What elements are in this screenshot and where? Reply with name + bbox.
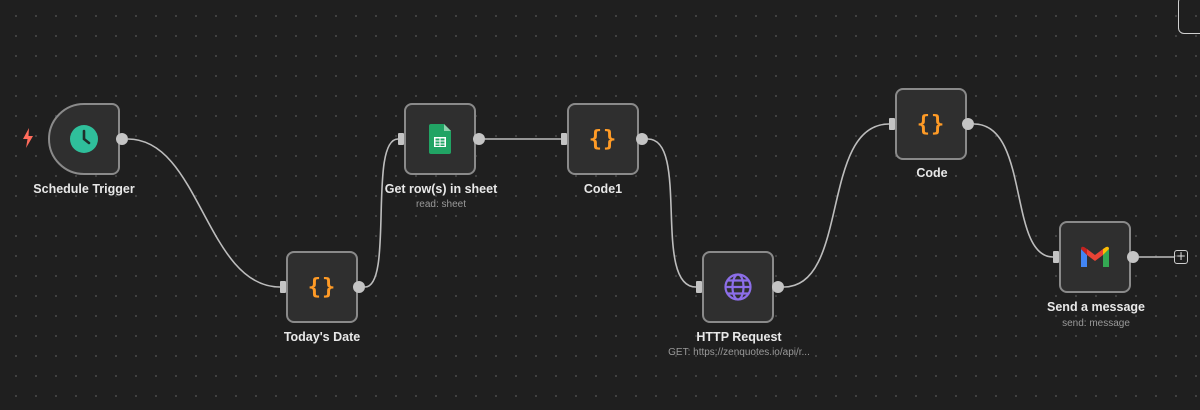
connections-layer [127, 123, 1174, 288]
send-message-subtitle: send: message [1062, 318, 1130, 329]
code-braces-icon: {} [307, 274, 337, 300]
clock-icon [69, 124, 99, 154]
node-code[interactable]: {} [895, 88, 967, 160]
code-label: Code [916, 166, 948, 180]
send-message-label: Send a message [1047, 300, 1145, 314]
node-send-a-message[interactable] [1059, 221, 1131, 293]
node-code1[interactable]: {} [567, 103, 639, 175]
code-braces-icon: {} [916, 111, 946, 137]
node-todays-date[interactable]: {} [286, 251, 358, 323]
connection-http-to-code [783, 123, 890, 288]
node-get-rows-in-sheet[interactable] [404, 103, 476, 175]
code-braces-icon: {} [588, 126, 618, 152]
get-rows-output-port[interactable] [473, 133, 485, 145]
panel-toggle-corner[interactable] [1178, 0, 1200, 34]
add-node-button[interactable]: + [1174, 250, 1188, 264]
trigger-bolt-icon [23, 128, 33, 148]
todays-date-output-port[interactable] [353, 281, 365, 293]
code-output-port[interactable] [962, 118, 974, 130]
schedule-trigger-label: Schedule Trigger [33, 182, 135, 196]
connection-code-to-gmail [973, 123, 1054, 258]
gmail-icon [1079, 245, 1111, 269]
code1-label: Code1 [583, 182, 623, 196]
get-rows-subtitle: read: sheet [415, 199, 467, 210]
connection-schedule-to-date [127, 138, 281, 288]
connection-code1-to-http [647, 138, 697, 288]
http-request-output-port[interactable] [772, 281, 784, 293]
http-request-subtitle: GET: https://zenquotes.io/api/r... [668, 347, 810, 358]
globe-icon [723, 272, 753, 302]
code1-output-port[interactable] [636, 133, 648, 145]
connection-date-to-sheet [364, 138, 399, 288]
node-schedule-trigger[interactable] [48, 103, 120, 175]
google-sheets-icon [429, 124, 451, 154]
todays-date-label: Today's Date [283, 330, 361, 344]
node-http-request[interactable] [702, 251, 774, 323]
schedule-trigger-output-port[interactable] [116, 133, 128, 145]
send-message-output-port[interactable] [1127, 251, 1139, 263]
http-request-label: HTTP Request [696, 330, 782, 344]
